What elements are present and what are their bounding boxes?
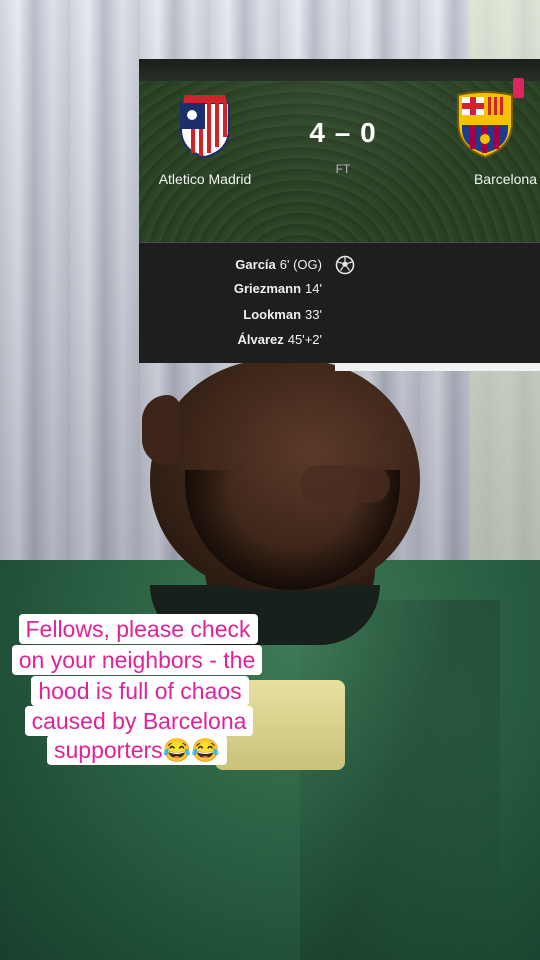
scorer-name: Álvarez [237,332,284,347]
scorer-minute: 14' [305,281,322,296]
score-header-strip [139,59,540,81]
fc-barcelona-crest-icon [452,89,518,159]
soccer-ball-icon [335,255,355,275]
caption-line: caused by Barcelona [12,706,266,736]
scorer-row: Álvarez 45'+2' [238,332,323,347]
home-team-name: Atletico Madrid [158,171,252,187]
scorer-row: Griezmann 14' [234,281,322,296]
caption-line: on your neighbors - the [2,645,272,675]
match-status: FT [335,162,351,176]
scorer-minute: 6' (OG) [279,257,322,272]
atletico-madrid-crest-icon [177,89,233,159]
caption-line: Fellows, please check [7,614,269,644]
match-score: 4 – 0 [309,117,377,148]
scorer-minute: 33' [305,307,322,322]
scorer-row: Lookman 33' [243,307,322,322]
scorer-name: Griezmann [233,281,302,296]
scorer-name: García [235,257,276,272]
person-ear [142,395,180,465]
red-card-icon [513,78,524,98]
match-score-card[interactable]: Atletico Madrid 4 – 0 FT Barcelona Garcí… [139,59,540,363]
away-team-name: Barcelona [473,171,537,187]
overlay-strip [335,363,540,371]
caption-line: supporters😂😂 [36,735,238,765]
scorer-name: Lookman [243,307,302,322]
caption-line: hood is full of chaos [30,676,250,706]
scorer-row: García 6' (OG) [235,257,322,272]
scorer-minute: 45'+2' [287,332,322,347]
shirt-shadow [300,600,500,960]
person-mouth [300,465,390,503]
